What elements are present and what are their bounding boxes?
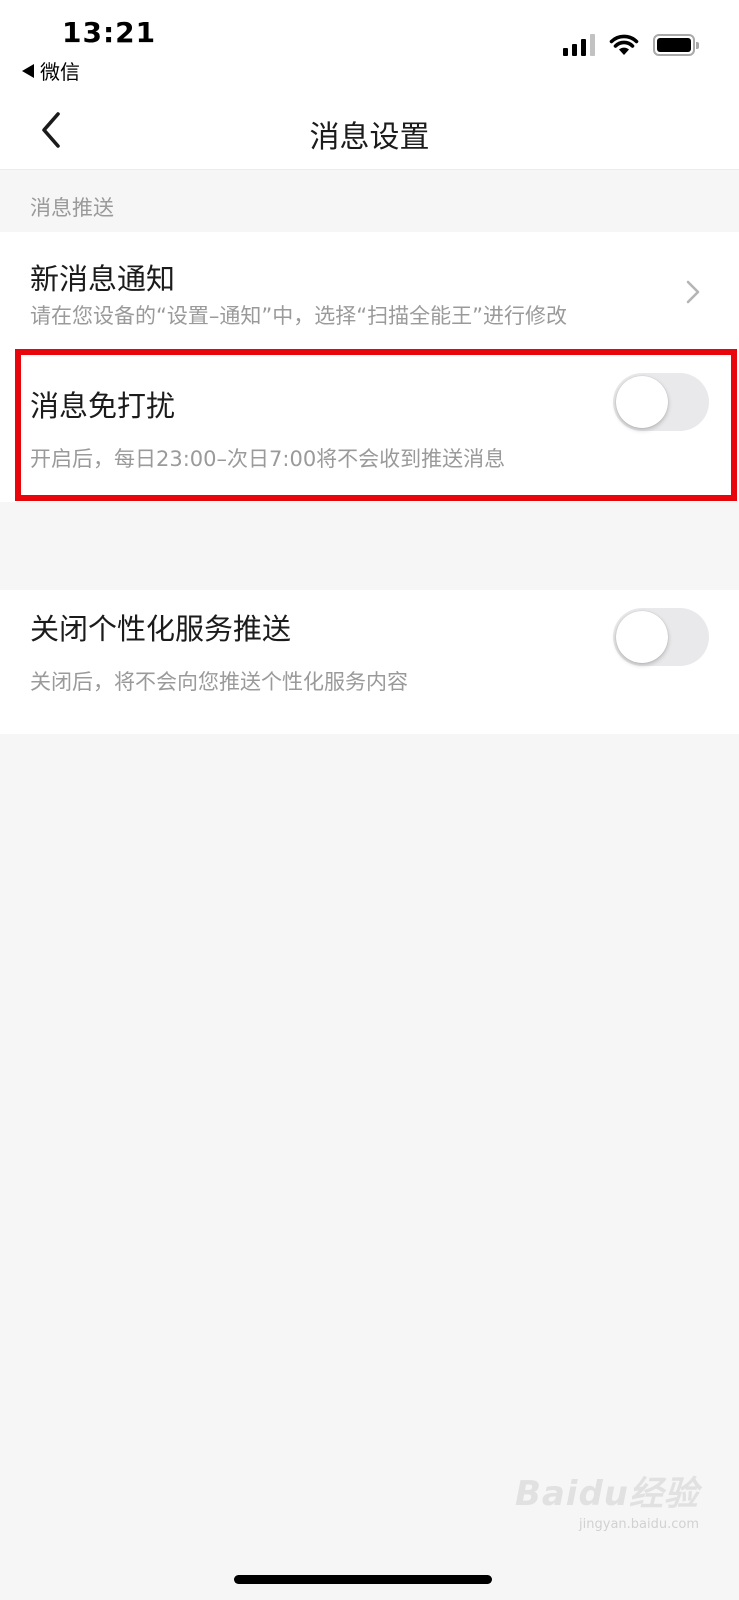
cellular-signal-icon [563, 34, 595, 56]
setting-subtitle: 开启后，每日23:00–次日7:00将不会收到推送消息 [30, 447, 506, 471]
personalized-push-toggle[interactable] [613, 608, 709, 666]
settings-group-personalized: 关闭个性化服务推送 关闭后，将不会向您推送个性化服务内容 [0, 590, 739, 734]
status-time: 13:21 [62, 16, 157, 49]
page-title: 消息设置 [309, 120, 430, 155]
status-icons [563, 34, 699, 56]
toggle-knob [616, 611, 668, 663]
setting-title: 消息免打扰 [30, 389, 176, 423]
wifi-icon [609, 34, 639, 55]
chevron-right-icon [686, 280, 700, 304]
watermark-logo: Baidu经验 [514, 1474, 699, 1514]
setting-title: 新消息通知 [30, 262, 176, 296]
watermark: Baidu经验 jingyan.baidu.com [515, 1466, 699, 1532]
home-indicator[interactable] [234, 1575, 492, 1584]
setting-row-do-not-disturb: 消息免打扰 开启后，每日23:00–次日7:00将不会收到推送消息 [0, 353, 739, 502]
setting-title: 关闭个性化服务推送 [30, 612, 292, 646]
toggle-knob [616, 376, 668, 428]
back-app-label: 微信 [40, 60, 80, 84]
navigation-bar: 消息设置 [0, 90, 739, 170]
settings-group-push: 新消息通知 请在您设备的“设置–通知”中，选择“扫描全能王”进行修改 消息免打扰… [0, 232, 739, 502]
back-to-app-link[interactable]: 微信 [22, 56, 80, 85]
status-bar: 13:21 微信 [0, 0, 739, 90]
setting-subtitle: 关闭后，将不会向您推送个性化服务内容 [30, 670, 408, 694]
setting-subtitle: 请在您设备的“设置–通知”中，选择“扫描全能王”进行修改 [30, 304, 568, 328]
watermark-url: jingyan.baidu.com [579, 1517, 699, 1532]
setting-row-new-message-notification[interactable]: 新消息通知 请在您设备的“设置–通知”中，选择“扫描全能王”进行修改 [0, 232, 739, 350]
setting-row-personalized-push: 关闭个性化服务推送 关闭后，将不会向您推送个性化服务内容 [0, 590, 739, 734]
battery-icon [653, 34, 699, 56]
do-not-disturb-toggle[interactable] [613, 373, 709, 431]
section-header-push: 消息推送 [30, 196, 114, 220]
screen: 13:21 微信 消息设置 消息推送 新消息通知 请在您设备的“设置–通知”中，… [0, 0, 739, 1600]
back-triangle-icon [22, 63, 34, 78]
